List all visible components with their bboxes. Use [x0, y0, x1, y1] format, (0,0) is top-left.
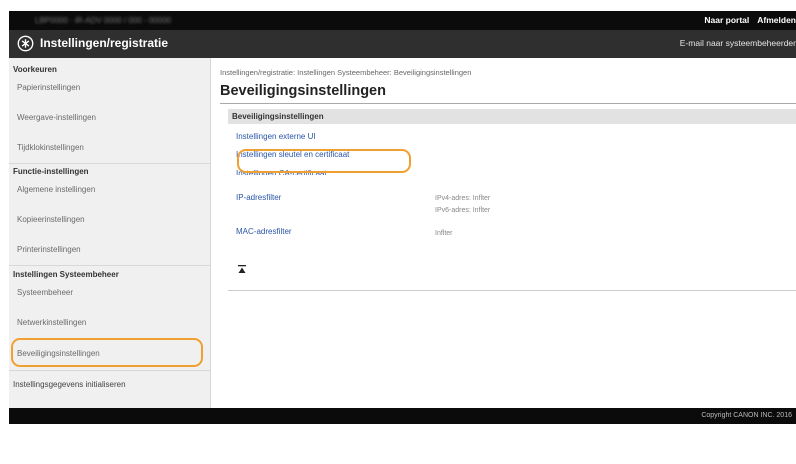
top-bar: LBP0000 · iR-ADV 0000 / 000 - 00000 Naar…	[9, 11, 796, 30]
main-content: Instellingen/registratie: Instellingen S…	[220, 58, 796, 408]
title-bar: Instellingen/registratie E-mail naar sys…	[9, 30, 796, 58]
sidebar-item-kopieerinstellingen[interactable]: Kopieerinstellingen	[17, 215, 85, 224]
ipv4-filter-value: IPv4-adres: Inflter	[435, 195, 491, 202]
ipv6-filter-value: IPv6-adres: Inflter	[435, 207, 491, 214]
copyright-text: Copyright CANON INC. 2016	[701, 412, 792, 419]
title-underline	[220, 103, 796, 104]
remote-ui-settings-link[interactable]: Instellingen externe UI	[236, 132, 316, 141]
device-name: LBP0000 · iR-ADV 0000 / 000 - 00000	[35, 16, 172, 25]
app-title: Instellingen/registratie	[40, 36, 169, 50]
sidebar-item-systeembeheer[interactable]: Systeembeheer	[17, 288, 73, 297]
email-admin-link[interactable]: E-mail naar systeembeheerder	[680, 38, 796, 48]
mac-filter-value: Inflter	[435, 230, 453, 237]
sidebar-item-instellingsgegevens-initialiseren[interactable]: Instellingsgegevens initialiseren	[13, 380, 126, 389]
sidebar-item-netwerkinstellingen[interactable]: Netwerkinstellingen	[17, 318, 86, 327]
sidebar-item-tijdklokinstellingen[interactable]: Tijdklokinstellingen	[17, 143, 84, 152]
top-links: Naar portal Afmelden	[696, 15, 796, 25]
portal-link[interactable]: Naar portal	[704, 15, 749, 25]
sidebar-heading-functie-instellingen: Functie-instellingen	[13, 167, 89, 176]
ip-address-filter-link[interactable]: IP-adresfilter	[236, 193, 281, 202]
page-title: Beveiligingsinstellingen	[220, 83, 386, 99]
sidebar-item-algemene-instellingen[interactable]: Algemene instellingen	[17, 185, 95, 194]
key-certificate-highlight	[237, 149, 411, 173]
sidebar-item-weergave-instellingen[interactable]: Weergave-instellingen	[17, 113, 96, 122]
sidebar-item-papierinstellingen[interactable]: Papierinstellingen	[17, 83, 80, 92]
browser-page: LBP0000 · iR-ADV 0000 / 000 - 00000 Naar…	[9, 11, 796, 424]
sidebar-heading-voorkeuren: Voorkeuren	[13, 65, 57, 74]
sidebar-divider	[9, 265, 210, 266]
sidebar-divider	[9, 163, 210, 164]
back-to-top-icon[interactable]	[238, 265, 246, 273]
sidebar-heading-instellingen-systeembeheer: Instellingen Systeembeheer	[13, 270, 119, 279]
section-divider	[228, 290, 796, 291]
sidebar-item-printerinstellingen[interactable]: Printerinstellingen	[17, 245, 81, 254]
logout-link[interactable]: Afmelden	[757, 15, 796, 25]
security-settings-highlight	[11, 338, 203, 367]
footer: Copyright CANON INC. 2016	[9, 408, 796, 424]
mac-address-filter-link[interactable]: MAC-adresfilter	[236, 227, 292, 236]
section-header: Beveiligingsinstellingen	[228, 109, 796, 124]
gear-logo-icon	[17, 35, 34, 52]
section-title: Beveiligingsinstellingen	[232, 112, 324, 121]
breadcrumb: Instellingen/registratie: Instellingen S…	[220, 68, 472, 77]
sidebar-divider	[9, 370, 210, 371]
